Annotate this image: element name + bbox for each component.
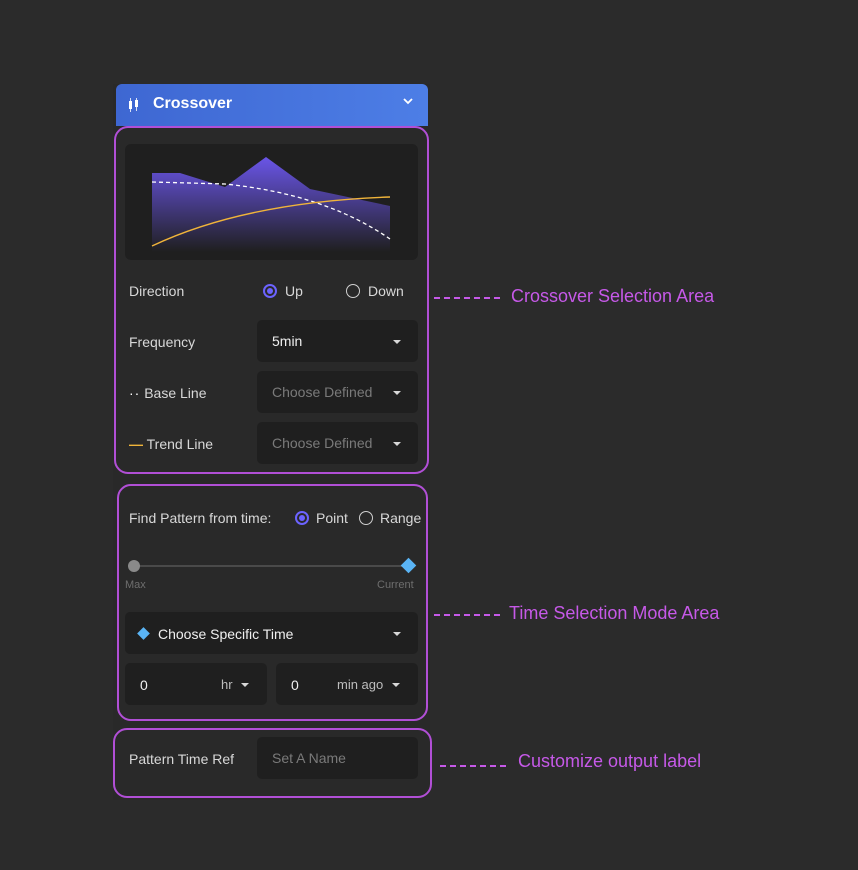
time-slider-track[interactable]	[134, 565, 409, 567]
direction-up-label: Up	[285, 283, 303, 299]
minutes-unit[interactable]: min ago	[337, 677, 383, 692]
preview-area	[152, 157, 390, 252]
minutes-value: 0	[291, 677, 299, 693]
base-line-placeholder: Choose Defined	[272, 384, 373, 400]
candlestick-icon	[129, 98, 138, 112]
frequency-select[interactable]: 5min	[257, 320, 418, 362]
specific-time-select[interactable]: Choose Specific Time	[125, 612, 418, 654]
direction-label: Direction	[129, 283, 185, 299]
minutes-input[interactable]: 0 min ago	[276, 663, 418, 705]
output-annotation-connector	[440, 765, 506, 767]
caret-down-icon	[393, 442, 401, 446]
trend-line-marker: —	[129, 436, 143, 452]
direction-up-radio[interactable]	[263, 284, 277, 298]
chevron-down-icon[interactable]	[403, 97, 413, 105]
point-radio[interactable]	[295, 511, 309, 525]
direction-down-radio[interactable]	[346, 284, 360, 298]
trend-line-placeholder: Choose Defined	[272, 435, 373, 451]
base-line-marker: ··	[129, 385, 141, 401]
pattern-time-ref-input[interactable]: Set A Name	[257, 737, 418, 779]
trend-line-text: Trend Line	[146, 436, 214, 452]
diamond-icon	[137, 627, 150, 640]
direction-down-label: Down	[368, 283, 404, 299]
base-line-select[interactable]: Choose Defined	[257, 371, 418, 413]
base-line-label: ·· Base Line	[129, 385, 207, 401]
caret-down-icon	[393, 632, 401, 636]
hours-value: 0	[140, 677, 148, 693]
frequency-value: 5min	[272, 333, 303, 349]
caret-down-icon	[393, 340, 401, 344]
crossover-preview	[125, 144, 418, 260]
trend-line-select[interactable]: Choose Defined	[257, 422, 418, 464]
slider-max-label: Max	[125, 579, 146, 591]
pattern-time-ref-label: Pattern Time Ref	[129, 751, 235, 767]
hours-unit[interactable]: hr	[221, 677, 233, 692]
panel-title: Crossover	[153, 95, 233, 112]
range-radio[interactable]	[359, 511, 373, 525]
output-annotation: Customize output label	[518, 751, 702, 771]
caret-down-icon	[241, 683, 249, 687]
slider-current-label: Current	[377, 579, 414, 591]
hours-input[interactable]: 0 hr	[125, 663, 267, 705]
base-line-text: Base Line	[144, 385, 207, 401]
crossover-annotation-connector	[434, 297, 500, 299]
panel-header[interactable]: Crossover	[116, 84, 428, 126]
specific-time-label: Choose Specific Time	[158, 626, 294, 642]
slider-max-handle[interactable]	[128, 560, 140, 572]
range-label: Range	[380, 510, 422, 526]
caret-down-icon	[392, 683, 400, 687]
frequency-label: Frequency	[129, 334, 196, 350]
crossover-annotation: Crossover Selection Area	[511, 286, 715, 306]
trend-line-label: — Trend Line	[129, 436, 213, 452]
time-annotation-connector	[434, 614, 500, 616]
find-pattern-label: Find Pattern from time:	[129, 510, 272, 526]
caret-down-icon	[393, 391, 401, 395]
time-annotation: Time Selection Mode Area	[509, 603, 720, 623]
point-label: Point	[316, 510, 348, 526]
pattern-time-ref-placeholder: Set A Name	[272, 750, 346, 766]
